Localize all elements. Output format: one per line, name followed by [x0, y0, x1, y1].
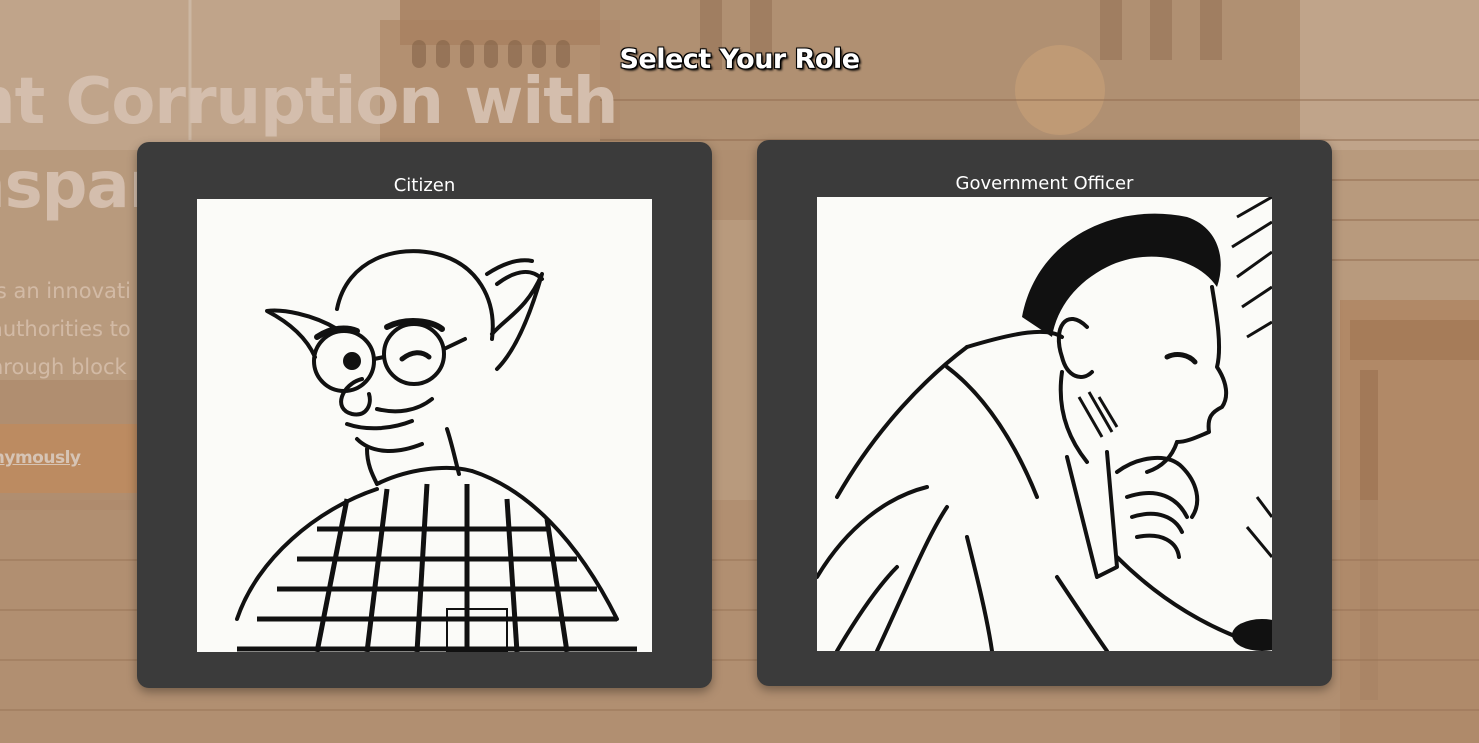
- role-card-government-officer[interactable]: Government Officer: [757, 140, 1332, 686]
- officer-caricature-icon: [817, 197, 1272, 651]
- landing-page: nt Corruption with nspar is an innovati …: [0, 0, 1479, 743]
- citizen-caricature-image[interactable]: [197, 199, 652, 652]
- role-modal-title: Select Your Role: [619, 44, 860, 75]
- citizen-caricature-icon: [197, 199, 652, 652]
- role-label-citizen: Citizen: [393, 175, 456, 196]
- role-card-citizen[interactable]: Citizen: [137, 142, 712, 688]
- officer-caricature-image[interactable]: [817, 197, 1272, 651]
- role-label-government-officer: Government Officer: [955, 173, 1134, 194]
